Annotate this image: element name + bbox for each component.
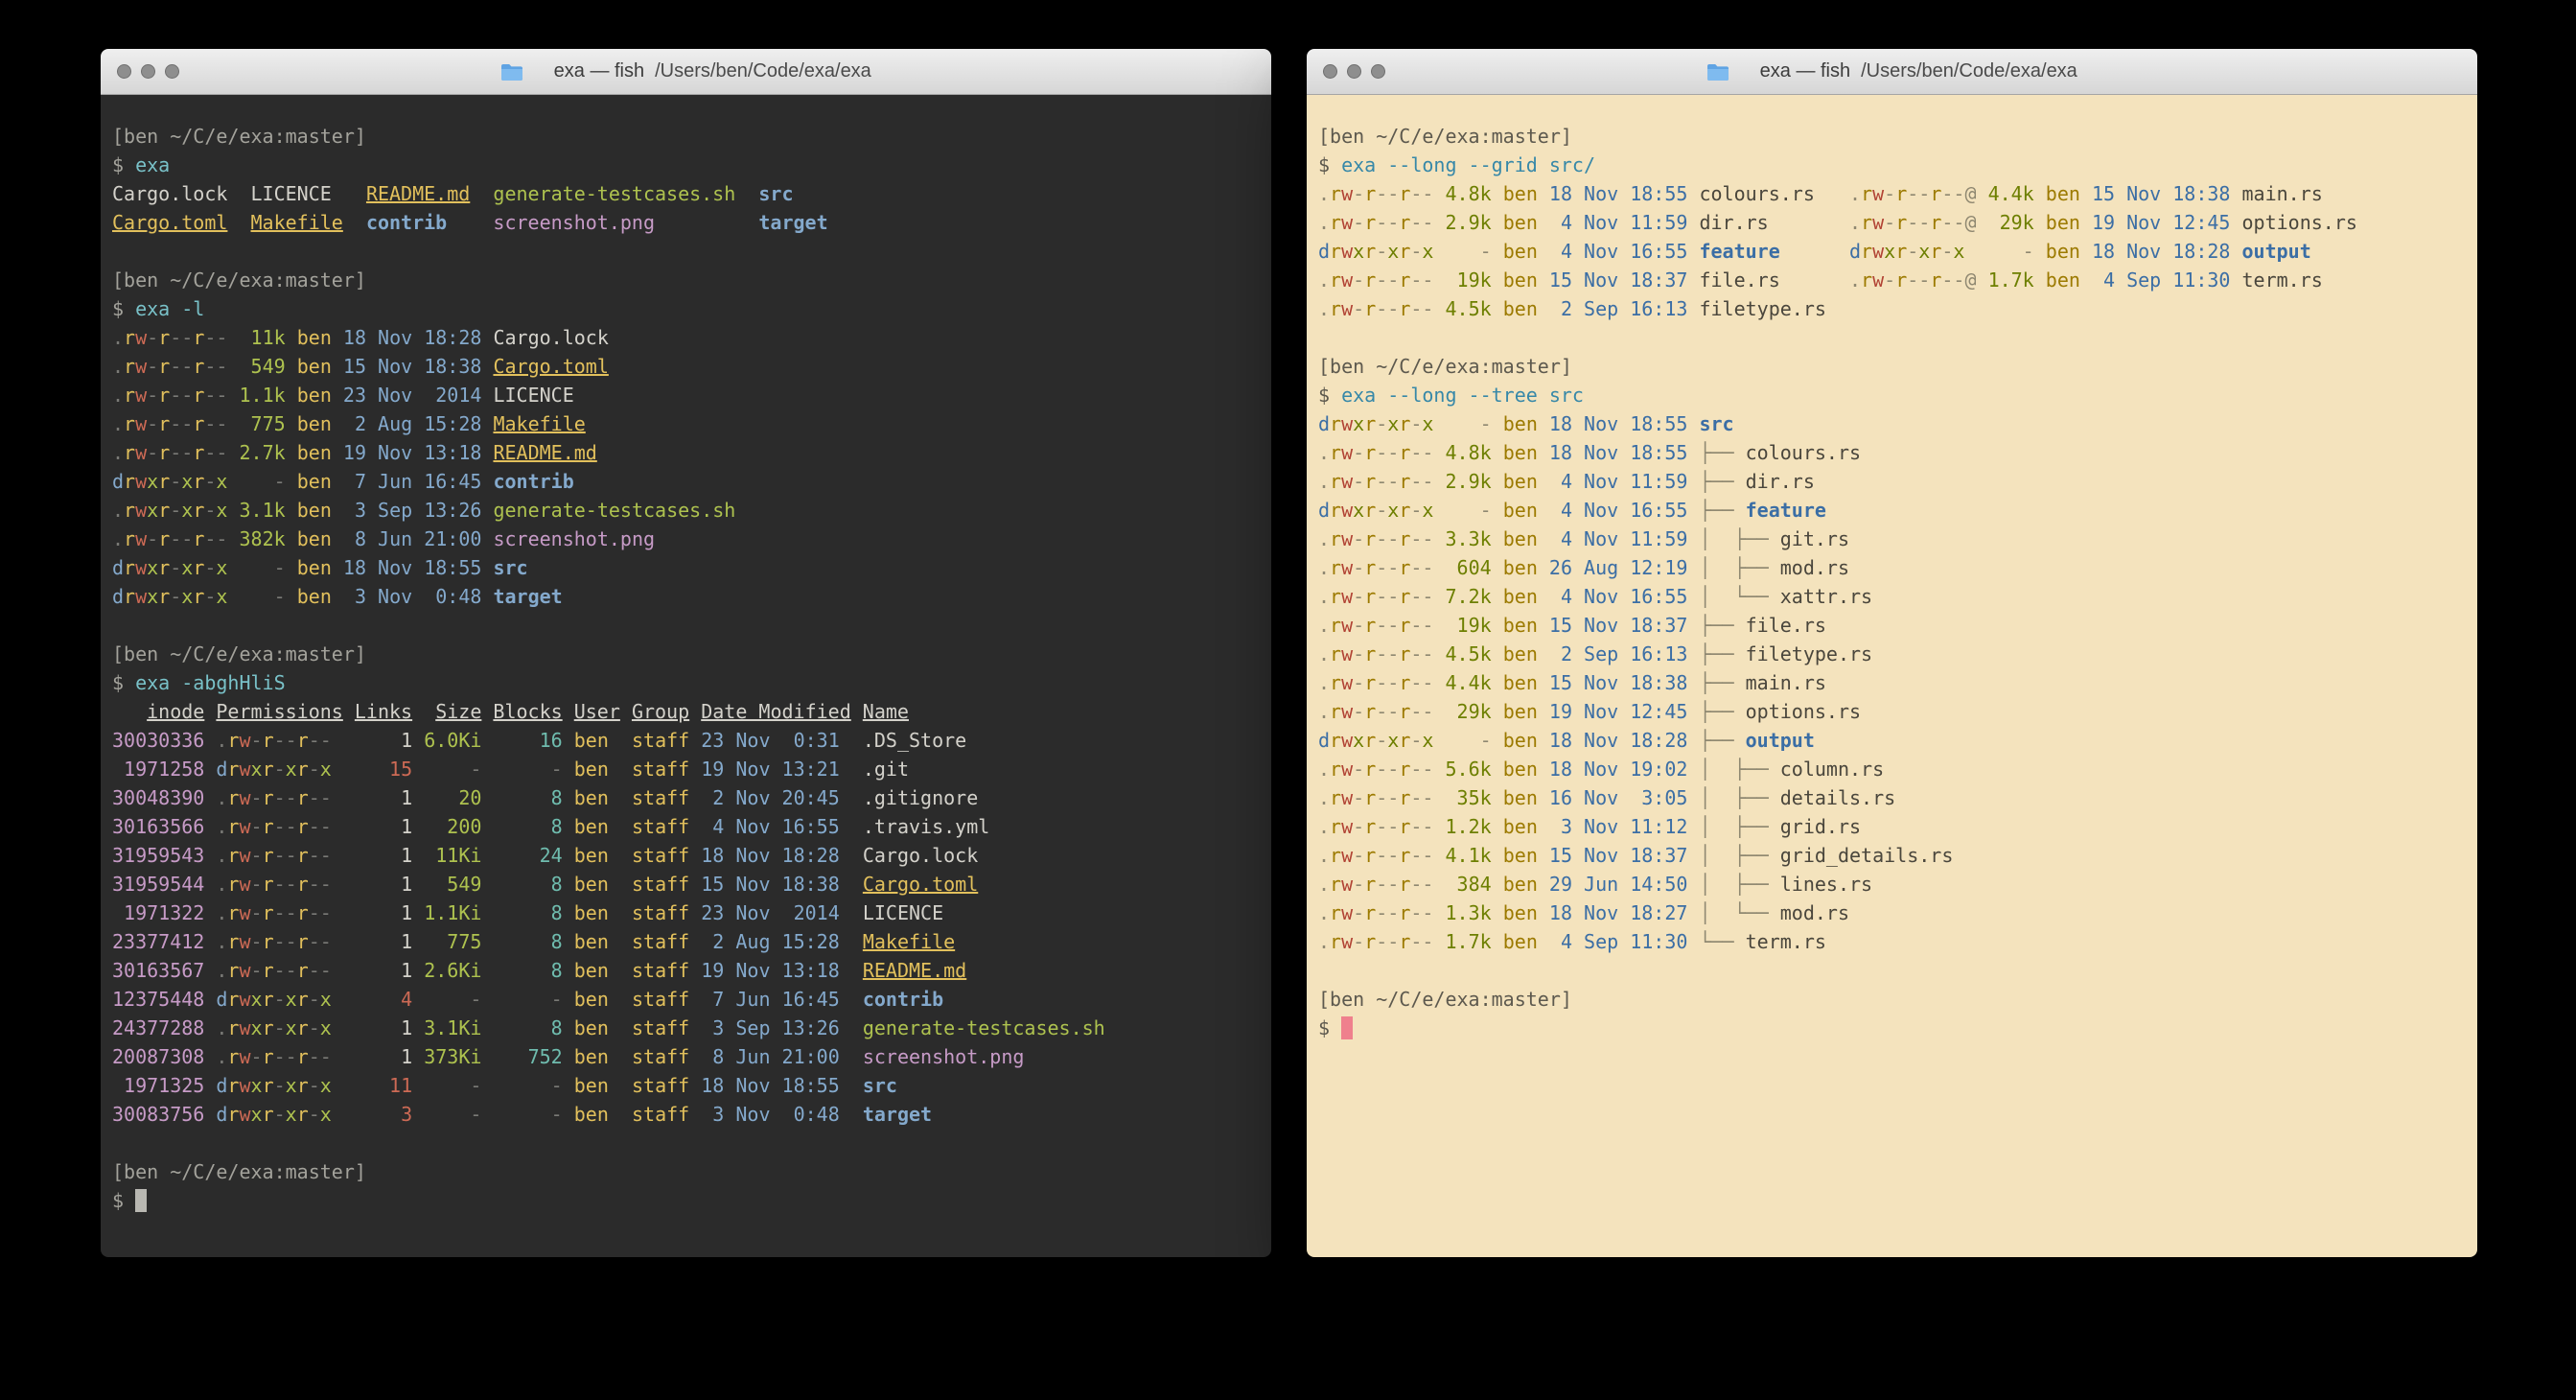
terminal-line: .rw-r--r-- 2.9k ben 4 Nov 11:59 ├── dir.… <box>1318 467 2466 496</box>
terminal-line: 31959543 .rw-r--r-- 1 11Ki 24 ben staff … <box>112 841 1260 870</box>
terminal-line: 31959544 .rw-r--r-- 1 549 8 ben staff 15… <box>112 870 1260 898</box>
terminal-line: 30030336 .rw-r--r-- 1 6.0Ki 16 ben staff… <box>112 726 1260 755</box>
terminal-line: 30048390 .rw-r--r-- 1 20 8 ben staff 2 N… <box>112 783 1260 812</box>
terminal-window-left: exa — fish /Users/ben/Code/exa/exa [ben … <box>101 49 1271 1257</box>
terminal-line: $ <box>1318 1014 2466 1042</box>
terminal-line: [ben ~/C/e/exa:master] <box>1318 352 2466 381</box>
folder-icon <box>500 49 543 126</box>
terminal-line: .rw-r--r-- 604 ben 26 Aug 12:19 │ ├── mo… <box>1318 553 2466 582</box>
terminal-cursor <box>135 1189 147 1212</box>
terminal-line: Cargo.lock LICENCE README.md generate-te… <box>112 179 1260 208</box>
terminal-line: 1971322 .rw-r--r-- 1 1.1Ki 8 ben staff 2… <box>112 898 1260 927</box>
terminal-line: .rwxr-xr-x 3.1k ben 3 Sep 13:26 generate… <box>112 496 1260 525</box>
titlebar[interactable]: exa — fish /Users/ben/Code/exa/exa <box>1307 49 2477 95</box>
terminal-line <box>1318 956 2466 985</box>
terminal-line: $ exa -abghHliS <box>112 668 1260 697</box>
minimize-button[interactable] <box>1347 64 1361 79</box>
terminal-line: 30083756 drwxr-xr-x 3 - - ben staff 3 No… <box>112 1100 1260 1129</box>
terminal-line: .rw-r--r-- 3.3k ben 4 Nov 11:59 │ ├── gi… <box>1318 525 2466 553</box>
terminal-line: Cargo.toml Makefile contrib screenshot.p… <box>112 208 1260 237</box>
minimize-button[interactable] <box>141 64 155 79</box>
terminal-line: .rw-r--r-- 4.4k ben 15 Nov 18:38 ├── mai… <box>1318 668 2466 697</box>
terminal-line: .rw-r--r-- 19k ben 15 Nov 18:37 file.rs … <box>1318 266 2466 294</box>
terminal-content-right[interactable]: [ben ~/C/e/exa:master]$ exa --long --gri… <box>1307 95 2477 1257</box>
terminal-line: drwxr-xr-x - ben 4 Nov 16:55 ├── feature <box>1318 496 2466 525</box>
terminal-line: .rw-r--r-- 11k ben 18 Nov 18:28 Cargo.lo… <box>112 323 1260 352</box>
zoom-button[interactable] <box>1371 64 1385 79</box>
terminal-line: 1971258 drwxr-xr-x 15 - - ben staff 19 N… <box>112 755 1260 783</box>
terminal-line: 24377288 .rwxr-xr-x 1 3.1Ki 8 ben staff … <box>112 1014 1260 1042</box>
terminal-line: $ exa --long --grid src/ <box>1318 151 2466 179</box>
traffic-lights <box>117 49 179 94</box>
terminal-line: drwxr-xr-x - ben 18 Nov 18:28 ├── output <box>1318 726 2466 755</box>
terminal-line: $ exa <box>112 151 1260 179</box>
terminal-line: .rw-r--r-- 1.7k ben 4 Sep 11:30 └── term… <box>1318 927 2466 956</box>
window-title-app: exa — fish <box>1760 60 1850 82</box>
terminal-line: [ben ~/C/e/exa:master] <box>1318 985 2466 1014</box>
terminal-line <box>112 237 1260 266</box>
terminal-window-right: exa — fish /Users/ben/Code/exa/exa [ben … <box>1307 49 2477 1257</box>
terminal-cursor <box>1341 1016 1353 1039</box>
window-title-path: /Users/ben/Code/exa/exa <box>655 60 871 82</box>
window-title: exa — fish /Users/ben/Code/exa/exa <box>1706 49 2077 126</box>
terminal-line: $ exa --long --tree src <box>1318 381 2466 409</box>
zoom-button[interactable] <box>165 64 179 79</box>
terminal-line: .rw-r--r-- 4.5k ben 2 Sep 16:13 filetype… <box>1318 294 2466 323</box>
terminal-line: drwxr-xr-x - ben 3 Nov 0:48 target <box>112 582 1260 611</box>
terminal-line: .rw-r--r-- 5.6k ben 18 Nov 19:02 │ ├── c… <box>1318 755 2466 783</box>
window-title: exa — fish /Users/ben/Code/exa/exa <box>500 49 871 126</box>
terminal-line: [ben ~/C/e/exa:master] <box>112 1157 1260 1186</box>
terminal-line: .rw-r--r-- 2.7k ben 19 Nov 13:18 README.… <box>112 438 1260 467</box>
terminal-line: .rw-r--r-- 2.9k ben 4 Nov 11:59 dir.rs .… <box>1318 208 2466 237</box>
traffic-lights <box>1323 49 1385 94</box>
terminal-line <box>112 611 1260 640</box>
titlebar[interactable]: exa — fish /Users/ben/Code/exa/exa <box>101 49 1271 95</box>
window-title-path: /Users/ben/Code/exa/exa <box>1861 60 2077 82</box>
terminal-line: .rw-r--r-- 1.2k ben 3 Nov 11:12 │ ├── gr… <box>1318 812 2466 841</box>
terminal-line: .rw-r--r-- 775 ben 2 Aug 15:28 Makefile <box>112 409 1260 438</box>
terminal-line: drwxr-xr-x - ben 18 Nov 18:55 src <box>1318 409 2466 438</box>
terminal-line: drwxr-xr-x - ben 7 Jun 16:45 contrib <box>112 467 1260 496</box>
terminal-line: .rw-r--r-- 4.1k ben 15 Nov 18:37 │ ├── g… <box>1318 841 2466 870</box>
terminal-line: .rw-r--r-- 29k ben 19 Nov 12:45 ├── opti… <box>1318 697 2466 726</box>
terminal-line: .rw-r--r-- 19k ben 15 Nov 18:37 ├── file… <box>1318 611 2466 640</box>
terminal-line: .rw-r--r-- 549 ben 15 Nov 18:38 Cargo.to… <box>112 352 1260 381</box>
close-button[interactable] <box>1323 64 1337 79</box>
terminal-line: inode Permissions Links Size Blocks User… <box>112 697 1260 726</box>
close-button[interactable] <box>117 64 131 79</box>
terminal-line: 20087308 .rw-r--r-- 1 373Ki 752 ben staf… <box>112 1042 1260 1071</box>
terminal-line: drwxr-xr-x - ben 18 Nov 18:55 src <box>112 553 1260 582</box>
terminal-line: 12375448 drwxr-xr-x 4 - - ben staff 7 Ju… <box>112 985 1260 1014</box>
terminal-line: 1971325 drwxr-xr-x 11 - - ben staff 18 N… <box>112 1071 1260 1100</box>
terminal-line <box>1318 323 2466 352</box>
terminal-line: $ <box>112 1186 1260 1215</box>
terminal-line: 30163566 .rw-r--r-- 1 200 8 ben staff 4 … <box>112 812 1260 841</box>
folder-icon <box>1706 49 1749 126</box>
terminal-line: [ben ~/C/e/exa:master] <box>112 266 1260 294</box>
terminal-line: .rw-r--r-- 1.3k ben 18 Nov 18:27 │ └── m… <box>1318 898 2466 927</box>
terminal-line: [ben ~/C/e/exa:master] <box>112 122 1260 151</box>
terminal-line: drwxr-xr-x - ben 4 Nov 16:55 feature drw… <box>1318 237 2466 266</box>
terminal-line: [ben ~/C/e/exa:master] <box>1318 122 2466 151</box>
terminal-line: .rw-r--r-- 35k ben 16 Nov 3:05 │ ├── det… <box>1318 783 2466 812</box>
terminal-line <box>112 1129 1260 1157</box>
terminal-line: [ben ~/C/e/exa:master] <box>112 640 1260 668</box>
terminal-content-left[interactable]: [ben ~/C/e/exa:master]$ exaCargo.lock LI… <box>101 95 1271 1257</box>
terminal-line: 23377412 .rw-r--r-- 1 775 8 ben staff 2 … <box>112 927 1260 956</box>
terminal-line: .rw-r--r-- 7.2k ben 4 Nov 16:55 │ └── xa… <box>1318 582 2466 611</box>
terminal-line: .rw-r--r-- 4.5k ben 2 Sep 16:13 ├── file… <box>1318 640 2466 668</box>
terminal-line: .rw-r--r-- 1.1k ben 23 Nov 2014 LICENCE <box>112 381 1260 409</box>
terminal-line: $ exa -l <box>112 294 1260 323</box>
terminal-line: .rw-r--r-- 4.8k ben 18 Nov 18:55 colours… <box>1318 179 2466 208</box>
window-title-app: exa — fish <box>554 60 644 82</box>
terminal-line: .rw-r--r-- 382k ben 8 Jun 21:00 screensh… <box>112 525 1260 553</box>
terminal-line: 30163567 .rw-r--r-- 1 2.6Ki 8 ben staff … <box>112 956 1260 985</box>
terminal-line: .rw-r--r-- 4.8k ben 18 Nov 18:55 ├── col… <box>1318 438 2466 467</box>
terminal-line: .rw-r--r-- 384 ben 29 Jun 14:50 │ ├── li… <box>1318 870 2466 898</box>
